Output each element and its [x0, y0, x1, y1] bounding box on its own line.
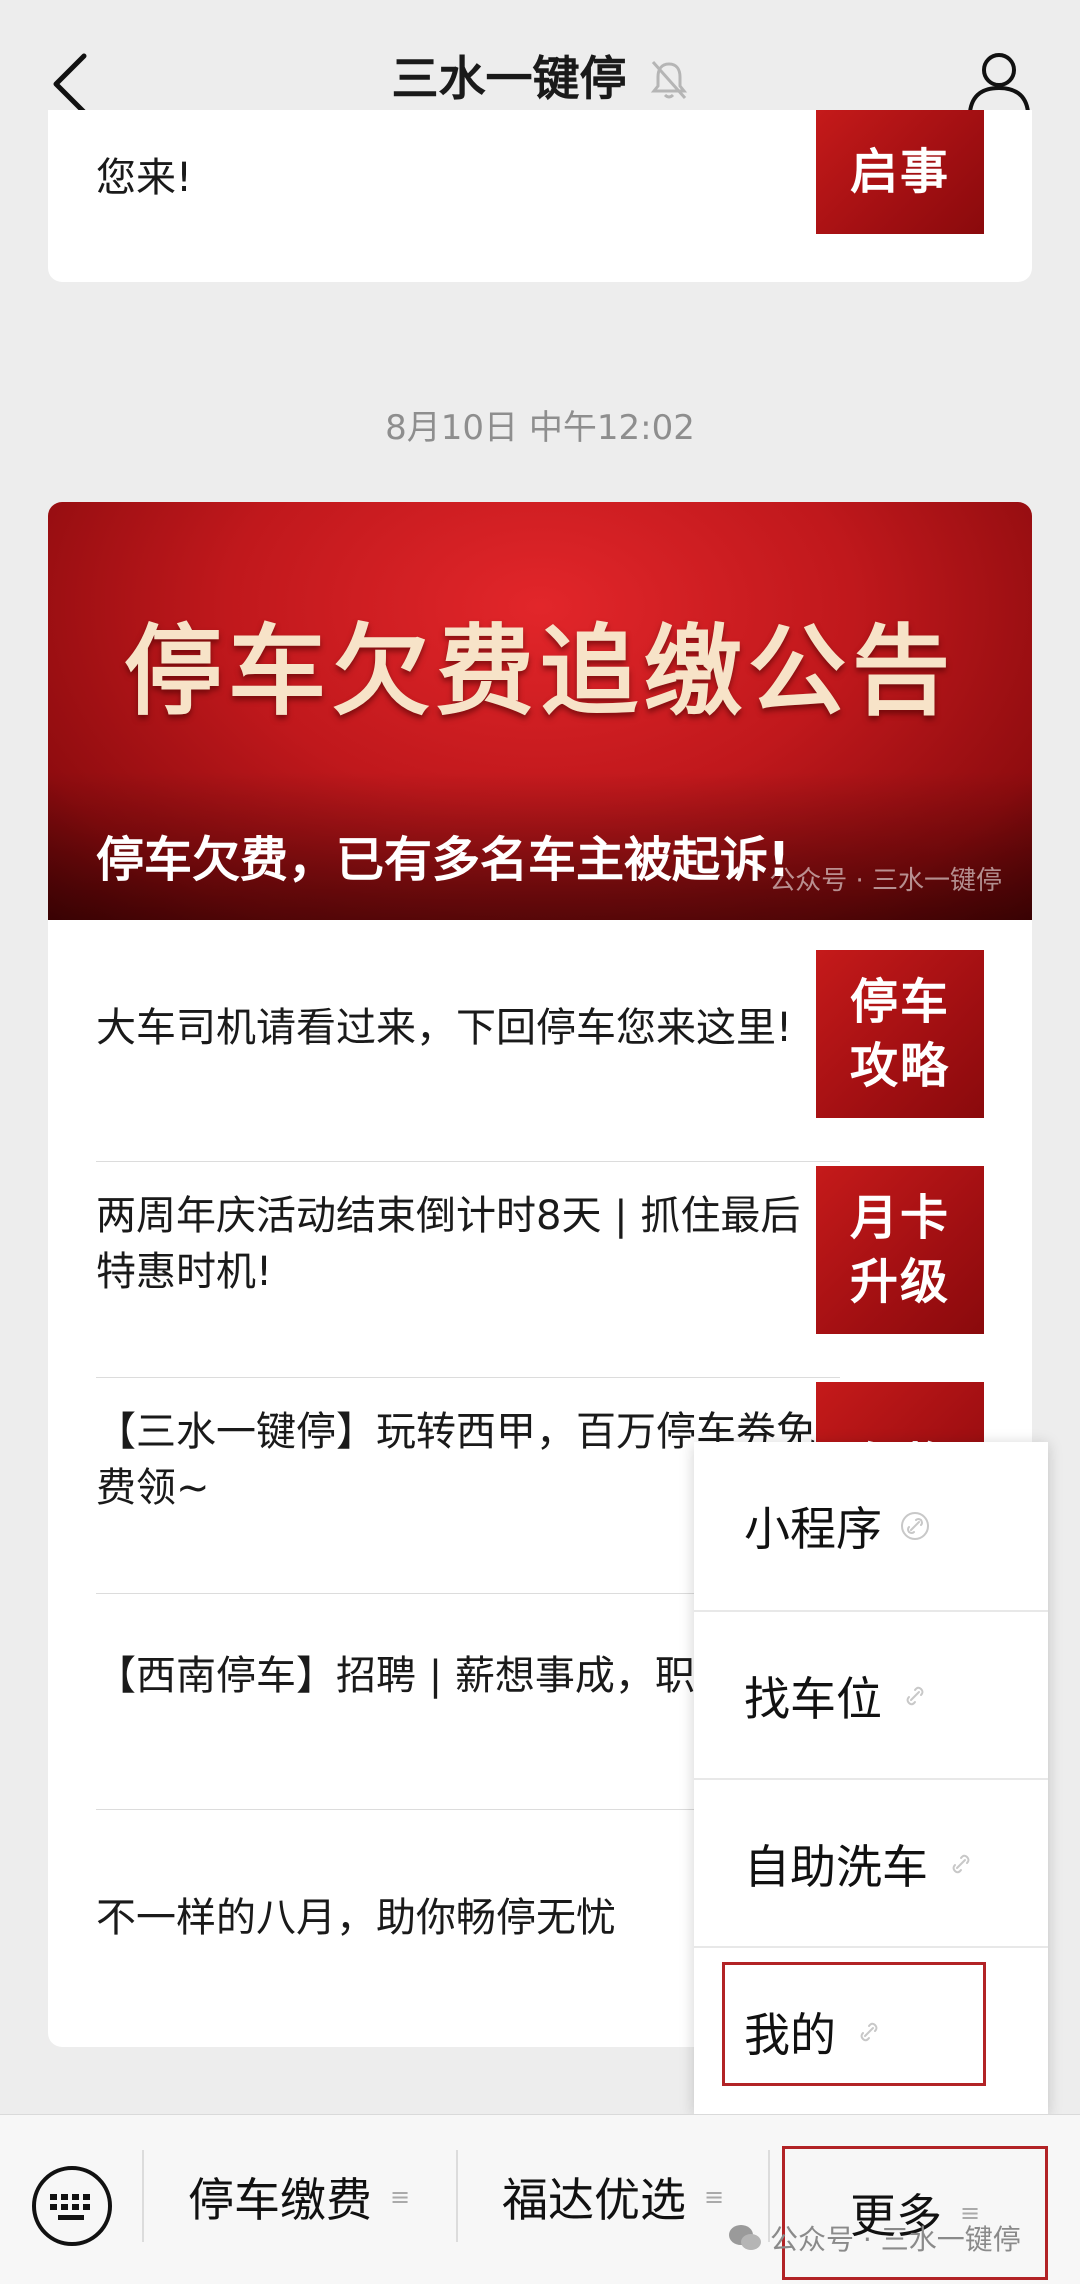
menu-item-find-parking[interactable]: 找车位 [694, 1612, 1048, 1780]
submenu-icon: ≡ [703, 2183, 725, 2211]
link-icon [952, 1854, 970, 1874]
menu-item-mini-program[interactable]: 小程序 [694, 1442, 1048, 1610]
article-item[interactable]: 两周年庆活动结束倒计时8天 | 抓住最后特惠时机! 月卡 升级 [48, 1136, 1032, 1352]
keyboard-toggle-button[interactable] [30, 2164, 114, 2248]
article-thumbnail: 月卡 升级 [816, 1166, 984, 1334]
submenu-icon: ≡ [389, 2183, 411, 2211]
lead-article-banner[interactable]: 停车欠费追缴公告 停车欠费，已有多名车主被起诉! 公众号 · 三水一键停 [48, 502, 1032, 920]
message-timestamp: 8月10日 中午12:02 [385, 408, 695, 448]
menu-item-self-car-wash[interactable]: 自助洗车 [694, 1780, 1048, 1948]
more-popup-menu: 小程序 找车位 自助洗车 我的 [694, 1442, 1048, 2114]
banner-watermark: 公众号 · 三水一键停 [769, 866, 1002, 896]
wechat-icon [729, 2225, 761, 2250]
article-item[interactable]: 大车司机请看过来，下回停车您来这里! 停车 攻略 [48, 920, 1032, 1136]
menu-button-parking-payment[interactable]: 停车缴费 ≡ [144, 2132, 454, 2262]
chat-title: 三水一键停 [391, 52, 627, 107]
highlight-box [722, 1962, 986, 2086]
previous-article-card[interactable]: 您来! 启事 [48, 110, 1032, 282]
previous-article-thumbnail: 启事 [816, 110, 984, 234]
previous-article-text: 您来! [96, 155, 193, 201]
person-icon [968, 53, 1030, 114]
article-title: 不一样的八月，助你畅停无忧 [96, 1895, 616, 1941]
menu-button-more[interactable]: 更多 ≡ [782, 2146, 1048, 2280]
keyboard-icon [32, 2166, 112, 2246]
link-icon [901, 1512, 929, 1540]
footer-watermark: 公众号 · 三水一键停 [728, 2218, 1021, 2258]
article-thumbnail: 停车 攻略 [816, 950, 984, 1118]
profile-button[interactable] [962, 46, 1036, 120]
link-icon [906, 1686, 924, 1706]
banner-heading: 停车欠费追缴公告 [123, 615, 956, 729]
lead-article-title: 停车欠费，已有多名车主被起诉! [96, 832, 790, 888]
article-title: 大车司机请看过来，下回停车您来这里! [96, 1005, 793, 1051]
article-title: 两周年庆活动结束倒计时8天 | 抓住最后特惠时机! [96, 1193, 801, 1295]
mute-bell-icon [650, 61, 687, 99]
menu-button-fuda-select[interactable]: 福达优选 ≡ [458, 2132, 768, 2262]
